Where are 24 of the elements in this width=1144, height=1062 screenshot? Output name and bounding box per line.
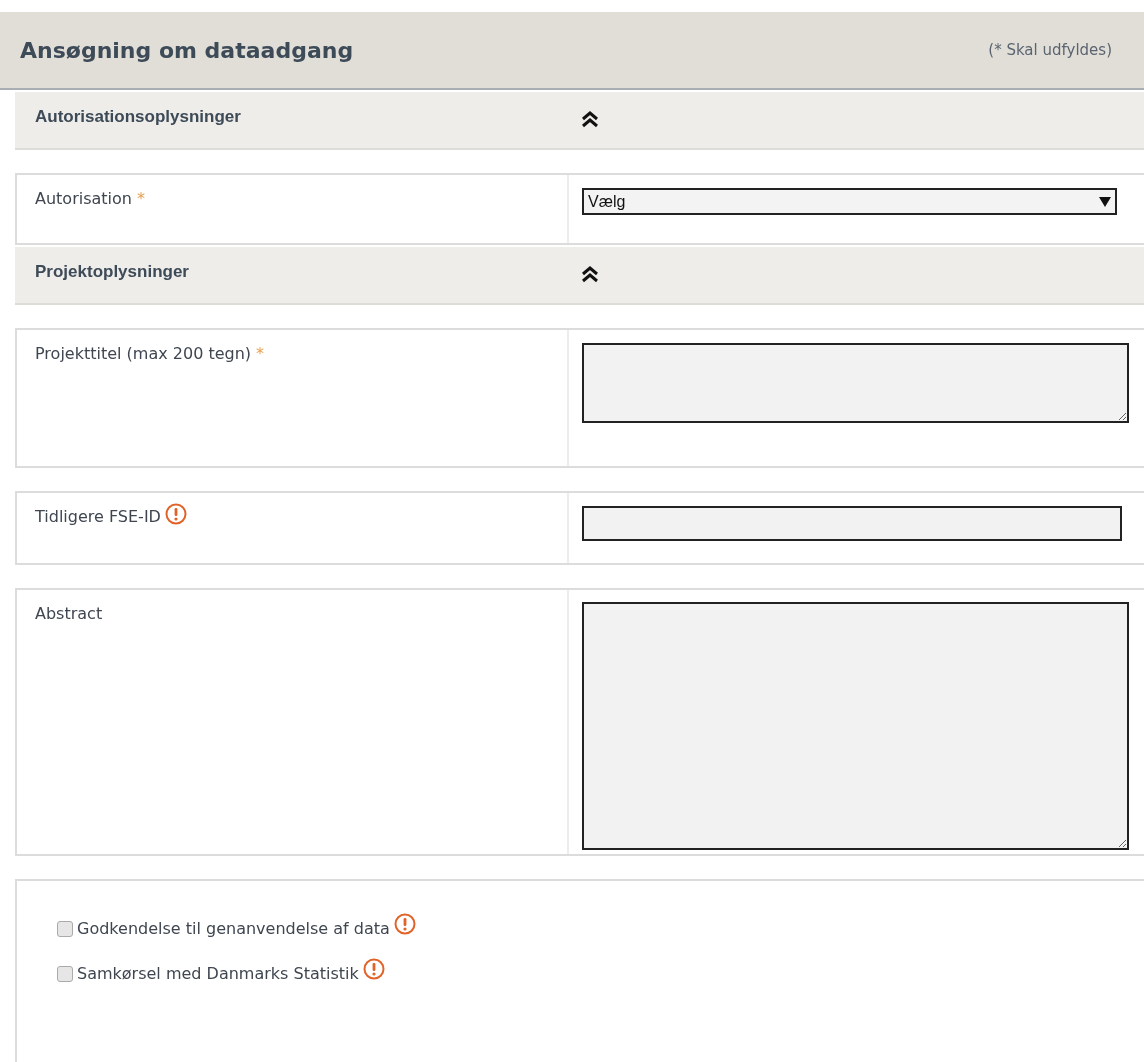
field-label: Autorisation (35, 189, 132, 208)
section-title: Autorisationsoplysninger (35, 106, 242, 128)
dropdown-arrow-icon (1099, 196, 1111, 207)
page-title: Ansøgning om dataadgang (20, 36, 354, 65)
checkbox-label: Samkørsel med Danmarks Statistik (77, 963, 359, 985)
field-label: Projekttitel (max 200 tegn) (35, 344, 252, 363)
text-area[interactable] (582, 343, 1129, 423)
text-area[interactable] (582, 602, 1129, 850)
info-icon[interactable] (362, 958, 385, 980)
select-dropdown[interactable]: Vælg (582, 188, 1117, 215)
info-icon[interactable] (393, 913, 416, 935)
field-label: Tidligere FSE-ID (35, 507, 161, 526)
checkbox[interactable] (57, 921, 73, 937)
collapse-icon[interactable] (580, 265, 600, 283)
required-mark: * (136, 189, 145, 208)
collapse-icon[interactable] (580, 110, 600, 128)
info-icon[interactable] (164, 502, 187, 525)
checkbox-label: Godkendelse til genanvendelse af data (77, 918, 390, 940)
field-label: Abstract (35, 604, 103, 623)
required-note: (* Skal udfyldes) (988, 39, 1112, 61)
input-field[interactable] (582, 506, 1122, 541)
required-mark: * (256, 344, 265, 363)
checkbox[interactable] (57, 966, 73, 982)
section-title: Projektoplysninger (35, 261, 190, 283)
